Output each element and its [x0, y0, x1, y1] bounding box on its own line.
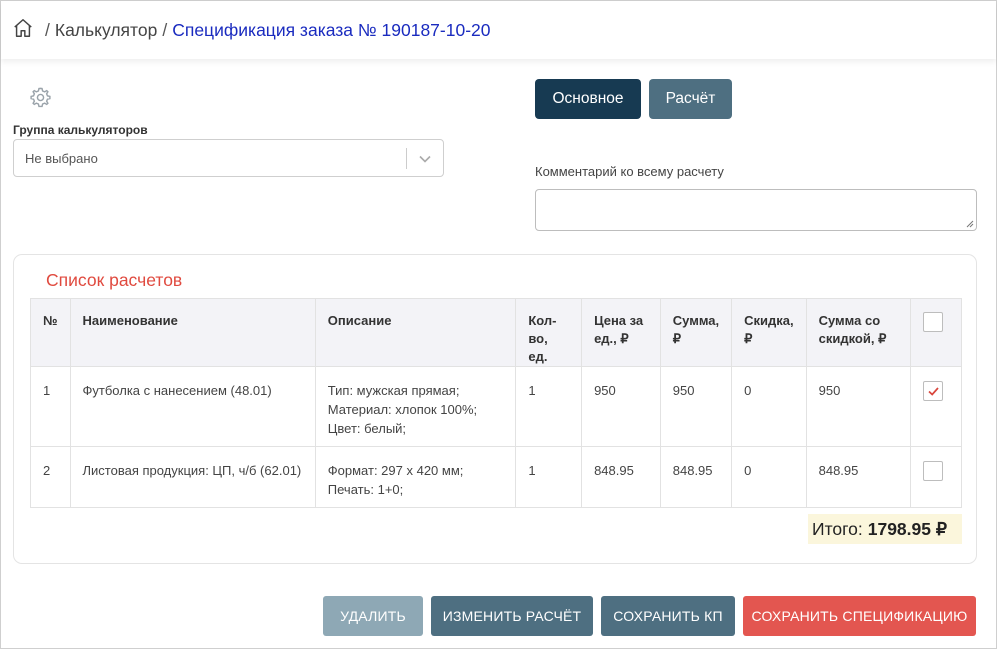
comment-textarea[interactable] — [535, 189, 977, 231]
total-label: Итого: — [812, 518, 863, 539]
col-header-select — [910, 298, 962, 367]
save-spec-button[interactable]: СОХРАНИТЬ СПЕЦИФИКАЦИЮ — [743, 596, 976, 636]
row-checkbox[interactable] — [923, 381, 944, 401]
cell-discount: 0 — [731, 446, 807, 508]
calculator-group-value: Не выбрано — [25, 151, 98, 166]
cell-select — [910, 446, 962, 508]
calc-list-title: Список расчетов — [46, 270, 183, 290]
breadcrumb: / Калькулятор / Спецификация заказа № 19… — [1, 1, 996, 59]
cell-price: 950 — [581, 366, 661, 447]
cell-desc: Формат: 297 x 420 мм; Печать: 1+0; — [314, 446, 517, 508]
breadcrumb-item-calculator[interactable]: Калькулятор — [55, 20, 157, 41]
breadcrumb-separator: / — [45, 19, 50, 40]
col-header-sum: Сумма, ₽ — [659, 298, 733, 367]
cell-name: Футболка с нанесением (48.01) — [69, 366, 316, 447]
table-header-row: № Наименование Описание Кол-во, ед. Цена… — [30, 298, 962, 367]
col-header-price: Цена за ед., ₽ — [581, 298, 661, 367]
cell-qty: 1 — [515, 446, 583, 508]
col-header-discount: Скидка, ₽ — [731, 298, 807, 367]
save-kp-button[interactable]: СОХРАНИТЬ КП — [601, 596, 735, 636]
cell-num: 2 — [30, 446, 71, 508]
cell-select — [910, 366, 962, 447]
desc-line: Цвет: белый; — [327, 421, 407, 436]
col-header-sum-discount: Сумма со скидкой, ₽ — [805, 298, 912, 367]
chevron-down-icon[interactable] — [418, 152, 432, 166]
tab-main-button[interactable]: Основное — [535, 79, 641, 119]
desc-line: Тип: мужская прямая; — [327, 383, 460, 398]
col-header-desc: Описание — [314, 298, 517, 367]
table-row[interactable]: 2 Листовая продукция: ЦП, ч/б (62.01) Фо… — [30, 446, 962, 508]
cell-discount: 0 — [731, 366, 807, 447]
delete-button[interactable]: УДАЛИТЬ — [323, 596, 423, 636]
desc-line: Формат: 297 x 420 мм; — [327, 463, 464, 478]
home-icon[interactable] — [12, 17, 34, 39]
cell-price: 848.95 — [581, 446, 661, 508]
cell-sum: 950 — [659, 366, 733, 447]
cell-qty: 1 — [515, 366, 583, 447]
resize-grip-icon[interactable] — [966, 220, 974, 228]
breadcrumb-current: Спецификация заказа № 190187-10-20 — [172, 19, 491, 40]
gear-icon[interactable] — [29, 86, 52, 109]
col-header-name: Наименование — [69, 298, 316, 367]
calculator-group-select[interactable]: Не выбрано — [13, 139, 444, 177]
col-header-num: № — [30, 298, 71, 367]
desc-line: Материал: хлопок 100%; — [327, 402, 478, 417]
select-divider — [406, 148, 407, 169]
cell-desc: Тип: мужская прямая; Материал: хлопок 10… — [314, 366, 517, 447]
total-value: 1798.95 ₽ — [867, 518, 947, 539]
table-row[interactable]: 1 Футболка с нанесением (48.01) Тип: муж… — [30, 366, 962, 447]
select-all-checkbox[interactable] — [923, 312, 944, 332]
calc-list-card: Список расчетов № Наименование Описание … — [13, 254, 977, 564]
edit-calc-button[interactable]: ИЗМЕНИТЬ РАСЧЁТ — [431, 596, 593, 636]
desc-line: Печать: 1+0; — [327, 482, 404, 497]
checkmark-icon — [928, 387, 939, 396]
cell-name: Листовая продукция: ЦП, ч/б (62.01) — [69, 446, 316, 508]
col-header-qty: Кол-во, ед. — [515, 298, 583, 367]
calc-table: № Наименование Описание Кол-во, ед. Цена… — [30, 298, 962, 508]
tab-calc-button[interactable]: Расчёт — [649, 79, 732, 119]
breadcrumb-separator: / — [162, 19, 168, 40]
row-checkbox[interactable] — [923, 461, 944, 481]
comment-label: Комментарий ко всему расчету — [535, 164, 724, 179]
cell-num: 1 — [30, 366, 71, 447]
cell-sum-discount: 950 — [805, 366, 912, 447]
calculator-group-label: Группа калькуляторов — [13, 123, 148, 137]
cell-sum-discount: 848.95 — [805, 446, 912, 508]
cell-sum: 848.95 — [659, 446, 733, 508]
total-summary: Итого: 1798.95 ₽ — [808, 514, 962, 544]
